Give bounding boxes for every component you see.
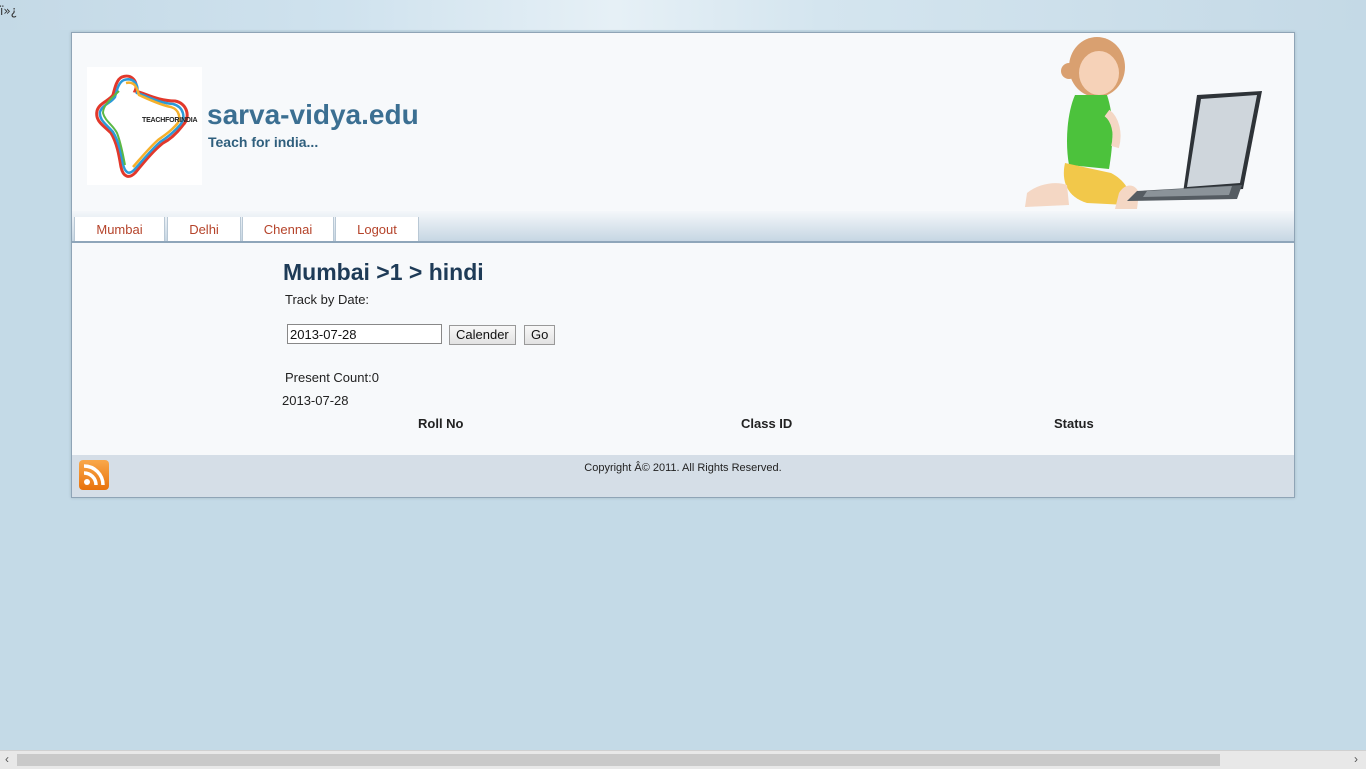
teach-for-india-logo: TEACHFORINDIA [87, 67, 202, 185]
track-by-date-label: Track by Date: [285, 292, 370, 307]
page-container: TEACHFORINDIA sarva-vidya.edu Teach for … [71, 32, 1295, 498]
page-title-breadcrumb: Mumbai >1 > hindi [283, 259, 484, 285]
site-title: sarva-vidya.edu [207, 99, 419, 130]
scrollbar-thumb[interactable] [17, 754, 1220, 766]
column-header-status: Status [1054, 416, 1094, 431]
go-button[interactable]: Go [524, 325, 556, 345]
horizontal-scrollbar[interactable]: ‹ › [0, 750, 1366, 769]
scroll-right-icon[interactable]: › [1354, 752, 1358, 766]
calendar-button[interactable]: Calender [449, 325, 516, 345]
main-nav: Mumbai Delhi Chennai Logout [72, 211, 1294, 243]
logo-text: TEACHFORINDIA [142, 117, 198, 124]
selected-date: 2013-07-28 [282, 393, 349, 408]
column-header-class-id: Class ID [741, 416, 793, 431]
column-header-roll-no: Roll No [418, 416, 464, 431]
tab-logout[interactable]: Logout [335, 217, 419, 241]
site-header: TEACHFORINDIA sarva-vidya.edu Teach for … [72, 33, 1294, 213]
bom-text: ï»¿ [0, 4, 18, 18]
tab-chennai[interactable]: Chennai [242, 217, 334, 241]
site-tagline: Teach for india... [208, 134, 319, 150]
hero-image-child-laptop [1007, 33, 1277, 211]
tab-delhi[interactable]: Delhi [167, 217, 241, 241]
tab-mumbai[interactable]: Mumbai [74, 217, 165, 241]
present-count: Present Count:0 [285, 370, 379, 385]
date-input[interactable] [287, 324, 442, 344]
scroll-left-icon[interactable]: ‹ [5, 752, 9, 766]
copyright-text: Copyright Â© 2011. All Rights Reserved. [584, 462, 782, 474]
site-footer: Copyright Â© 2011. All Rights Reserved. [72, 455, 1294, 497]
